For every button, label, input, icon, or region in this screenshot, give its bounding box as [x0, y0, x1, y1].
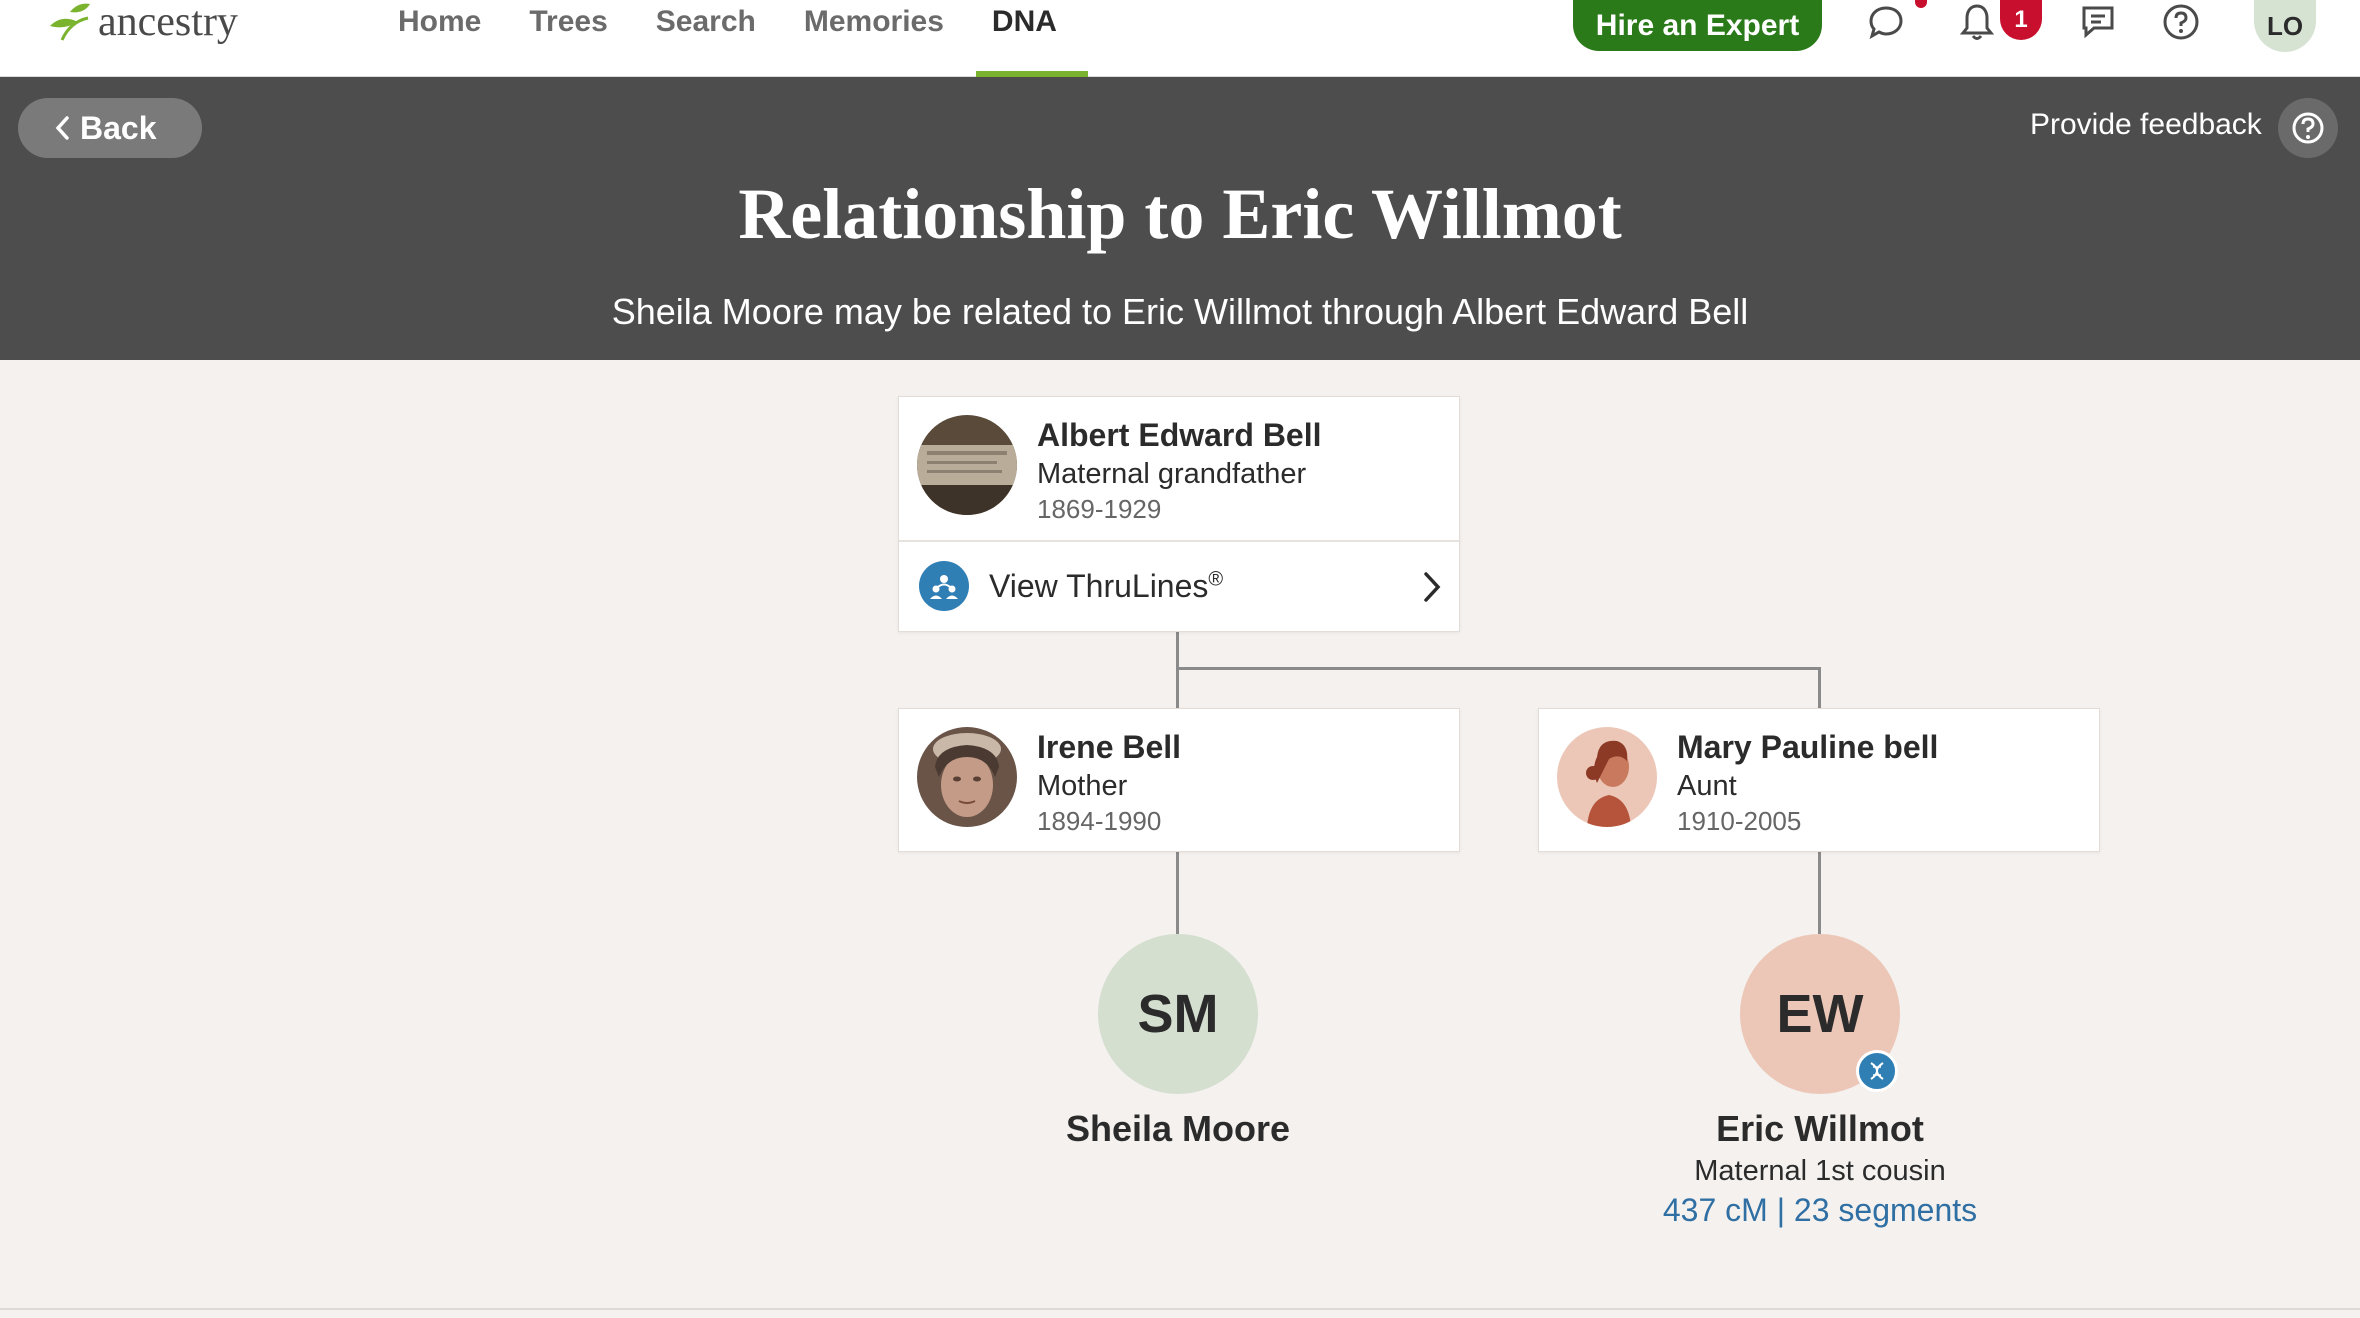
connector-line	[1818, 667, 1821, 708]
ancestor-relationship: Maternal grandfather	[1037, 458, 1307, 490]
connector-line	[1176, 852, 1179, 934]
relationship-subtitle: Sheila Moore may be related to Eric Will…	[611, 291, 1749, 332]
left-parent-card[interactable]: Irene Bell Mother 1894-1990	[898, 708, 1460, 852]
chevron-left-icon	[55, 116, 69, 140]
relationship-header: Back Provide feedback Relationship to Er…	[0, 77, 2360, 360]
self-name: Sheila Moore	[1065, 1108, 1291, 1149]
left-parent-name: Irene Bell	[1037, 729, 1182, 765]
feedback-help-icon[interactable]	[2278, 98, 2338, 158]
connector-line	[1176, 632, 1179, 708]
nav-search[interactable]: Search	[656, 0, 756, 44]
provide-feedback-link[interactable]: Provide feedback	[2030, 108, 2262, 142]
leaf-logo-icon	[50, 3, 90, 41]
connector-line	[1176, 667, 1821, 670]
right-parent-name: Mary Pauline bell	[1677, 729, 1939, 765]
thrulines-label: View ThruLines	[989, 567, 1209, 604]
dna-match-icon	[1856, 1050, 1898, 1092]
view-thrulines-link[interactable]: View ThruLines®	[899, 540, 1459, 630]
match-name[interactable]: Eric Willmot	[1570, 1108, 2070, 1150]
help-icon[interactable]	[2159, 0, 2203, 44]
chevron-right-icon	[1424, 572, 1441, 602]
self-avatar[interactable]: SM	[1098, 934, 1258, 1094]
chat-icon[interactable]	[2076, 0, 2120, 44]
connector-line	[1818, 852, 1821, 934]
new-message-dot	[1915, 0, 1927, 8]
nav-dna[interactable]: DNA	[992, 0, 1057, 44]
ancestor-photo	[917, 415, 1017, 515]
nav-memories[interactable]: Memories	[804, 0, 944, 44]
back-label: Back	[80, 109, 157, 146]
page-title: Relationship to Eric Willmot	[738, 174, 1622, 254]
irene-bell-photo	[917, 727, 1017, 827]
hire-expert-button[interactable]: Hire an Expert	[1573, 0, 1822, 51]
messages-icon[interactable]	[1864, 0, 1908, 44]
divider	[0, 1308, 2360, 1310]
back-button[interactable]: Back	[18, 98, 202, 158]
user-avatar[interactable]: LO	[2254, 0, 2316, 52]
ancestor-name: Albert Edward Bell	[1037, 417, 1322, 453]
shared-dna-link[interactable]: 437 cM | 23 segments	[1570, 1192, 2070, 1229]
female-silhouette-icon	[1557, 727, 1657, 827]
left-parent-relationship: Mother	[1037, 770, 1128, 802]
notification-count-badge: 1	[2000, 0, 2042, 40]
common-ancestor-card[interactable]: Albert Edward Bell Maternal grandfather …	[898, 396, 1460, 632]
right-parent-years: 1910-2005	[1677, 806, 1802, 836]
nav-trees[interactable]: Trees	[529, 0, 607, 44]
bell-icon[interactable]	[1955, 0, 1999, 44]
ancestor-years: 1869-1929	[1037, 494, 1162, 524]
ancestry-logo[interactable]: ancestry	[44, 0, 238, 44]
left-parent-years: 1894-1990	[1037, 806, 1162, 836]
logo-text: ancestry	[98, 0, 238, 45]
right-parent-relationship: Aunt	[1677, 770, 1737, 802]
top-navigation: ancestry Home Trees Search Memories DNA …	[0, 0, 2360, 77]
thrulines-icon	[919, 561, 969, 611]
right-parent-card[interactable]: Mary Pauline bell Aunt 1910-2005	[1538, 708, 2100, 852]
main-nav: Home Trees Search Memories DNA	[398, 0, 1105, 44]
match-relationship: Maternal 1st cousin	[1694, 1155, 1946, 1187]
registered-mark: ®	[1208, 567, 1224, 590]
nav-home[interactable]: Home	[398, 0, 481, 44]
